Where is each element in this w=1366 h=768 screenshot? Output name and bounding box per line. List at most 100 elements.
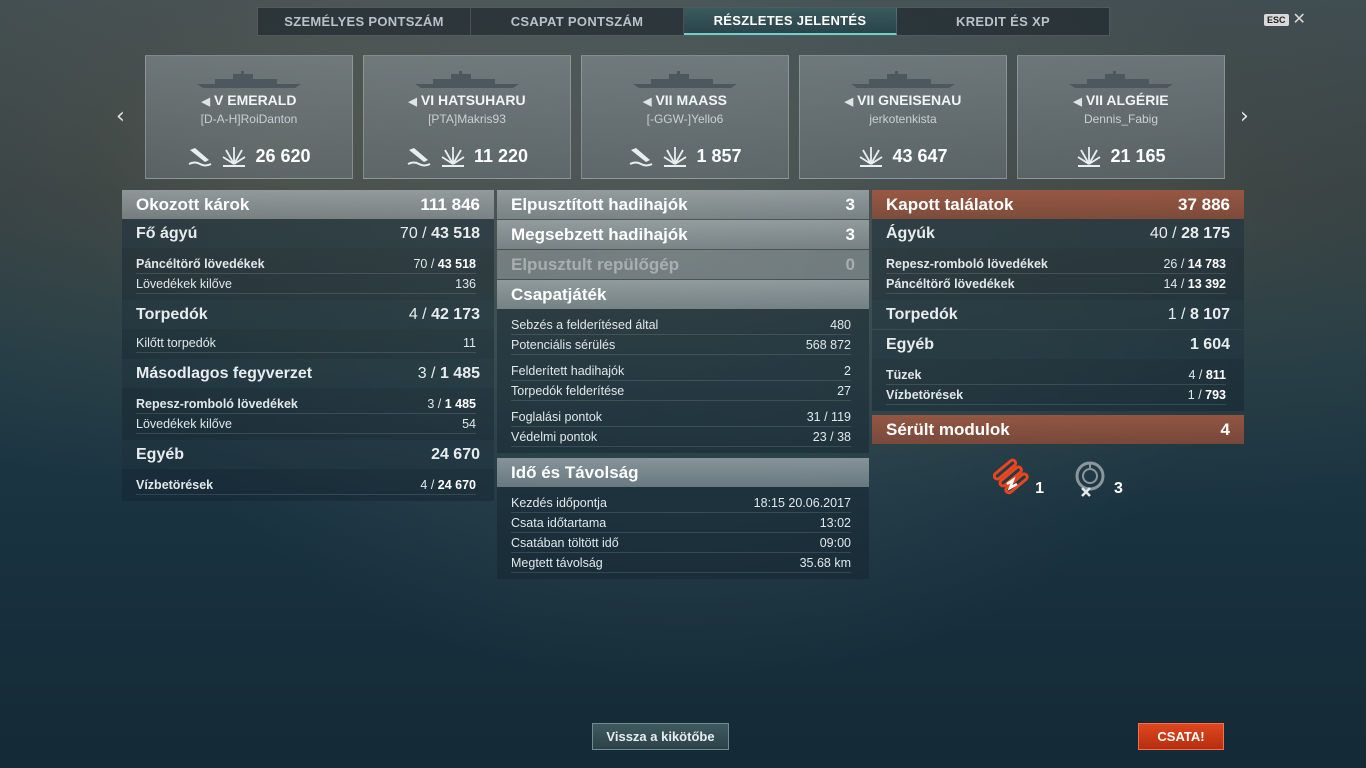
ship-name: ◀ VII MAASS bbox=[642, 92, 728, 108]
list-item: Páncéltörő lövedékek 70 / 43 518 bbox=[136, 254, 476, 274]
received-other-rows: Tüzek 4 / 811 Vízbetörések 1 / 793 bbox=[872, 359, 1244, 411]
ship-damage-stats: 21 165 bbox=[1018, 144, 1224, 168]
hits-received-header: Kapott találatok 37 886 bbox=[872, 190, 1244, 219]
close-icon: ✕ bbox=[1292, 11, 1306, 28]
secondary-rows: Repesz-romboló lövedékek 3 / 1 485 Löved… bbox=[122, 388, 494, 440]
player-name: [D-A-H]RoiDanton bbox=[200, 112, 298, 126]
ship-class-icon: ◀ bbox=[201, 96, 210, 108]
received-other-value: 1 604 bbox=[1189, 335, 1230, 353]
planes-destroyed-value: 0 bbox=[845, 254, 855, 274]
main-battery-value: 70 / 43 518 bbox=[399, 224, 480, 242]
list-item: Repesz-romboló lövedékek 26 / 14 783 bbox=[886, 254, 1226, 274]
ship-name: ◀ VII ALGÉRIE bbox=[1073, 92, 1169, 108]
turret-module: 3 bbox=[1070, 458, 1123, 498]
battle-button[interactable]: CSATA! bbox=[1138, 723, 1224, 750]
tab-detailed-report[interactable]: RÉSZLETES JELENTÉS bbox=[684, 8, 897, 35]
secondary-label: Másodlagos fegyverzet bbox=[136, 364, 313, 382]
planes-destroyed-header: Elpusztult repülőgép 0 bbox=[497, 250, 869, 279]
list-item: Torpedók felderítése 27 bbox=[511, 381, 851, 401]
list-item: Felderített hadihajók 2 bbox=[511, 361, 851, 381]
sunk-ship-icon bbox=[407, 148, 431, 167]
list-item: Páncéltörő lövedékek 14 / 13 392 bbox=[886, 274, 1226, 294]
ship-damage-value: 43 647 bbox=[892, 145, 948, 166]
damage-burst-icon bbox=[1077, 147, 1101, 167]
module-icons: 1 3 bbox=[872, 458, 1244, 498]
received-torpedoes-label: Torpedók bbox=[886, 305, 958, 323]
other-damage-label: Egyéb bbox=[136, 445, 185, 463]
prev-arrow-icon[interactable]: ‹ bbox=[116, 104, 125, 129]
received-guns-value: 40 / 28 175 bbox=[1149, 224, 1230, 242]
time-distance-rows: Kezdés időpontja 18:15 20.06.2017 Csata i… bbox=[497, 487, 869, 579]
turret-icon bbox=[1075, 461, 1105, 497]
ship-class-icon: ◀ bbox=[1073, 96, 1082, 108]
received-other-label: Egyéb bbox=[886, 335, 935, 353]
other-damage-value: 24 670 bbox=[431, 445, 480, 463]
received-other-header: Egyéb 1 604 bbox=[872, 330, 1244, 359]
list-item: Sebzés a felderítésed által 480 bbox=[511, 315, 851, 335]
received-guns-header: Ágyúk 40 / 28 175 bbox=[872, 219, 1244, 248]
main-battery-rows: Páncéltörő lövedékek 70 / 43 518 Lövedék… bbox=[122, 248, 494, 300]
list-item: Kilőtt torpedók 11 bbox=[136, 333, 476, 353]
ship-damage-stats: 26 620 bbox=[146, 144, 352, 168]
damage-burst-icon bbox=[663, 147, 687, 167]
sunk-ship-icon bbox=[189, 148, 212, 167]
list-item: Vízbetörések 4 / 24 670 bbox=[136, 475, 476, 495]
ship-silhouette-icon bbox=[415, 71, 519, 88]
ship-name: ◀ VI HATSUHARU bbox=[408, 92, 526, 108]
damage-burst-icon bbox=[441, 147, 465, 167]
ship-damage-stats: 43 647 bbox=[800, 144, 1006, 168]
torpedoes-label: Torpedók bbox=[136, 305, 208, 323]
list-item: Lövedékek kilőve 136 bbox=[136, 274, 476, 294]
ship-damage-stats: 11 220 bbox=[364, 144, 570, 168]
list-item: Megtett távolság 35.68 km bbox=[511, 553, 851, 573]
teamplay-rows: Sebzés a felderítésed által 480 Potenciál… bbox=[497, 309, 869, 453]
ship-card: ◀ VI HATSUHARU [PTA]Makris93 11 220 bbox=[363, 55, 571, 179]
damaged-modules-value: 4 bbox=[1220, 419, 1230, 439]
tab-personal-score[interactable]: SZEMÉLYES PONTSZÁM bbox=[258, 8, 471, 35]
esc-key-label: ESC bbox=[1264, 14, 1289, 26]
close-button[interactable]: ESC ✕ bbox=[1264, 11, 1306, 28]
teamplay-header: Csapatjáték bbox=[497, 280, 869, 309]
ship-card: ◀ V EMERALD [D-A-H]RoiDanton 26 620 bbox=[145, 55, 353, 179]
list-item: Tüzek 4 / 811 bbox=[886, 365, 1226, 385]
ship-silhouette-icon bbox=[851, 71, 955, 88]
damaged-modules-header: Sérült modulok 4 bbox=[872, 415, 1244, 444]
main-battery-header: Fő ágyú 70 / 43 518 bbox=[122, 219, 494, 248]
damage-dealt-total: 111 846 bbox=[420, 194, 480, 214]
other-damage-rows: Vízbetörések 4 / 24 670 bbox=[122, 469, 494, 501]
player-name: Dennis_Fabig bbox=[1083, 112, 1159, 126]
time-distance-header: Idő és Távolság bbox=[497, 458, 869, 487]
planes-destroyed-label: Elpusztult repülőgép bbox=[511, 254, 680, 274]
secondary-header: Másodlagos fegyverzet 3 / 1 485 bbox=[122, 359, 494, 388]
damage-dealt-title: Okozott károk bbox=[136, 194, 250, 214]
ship-silhouette-icon bbox=[1069, 71, 1173, 88]
battle-summary-panel: Elpusztított hadihajók 3 Megsebzett hadi… bbox=[497, 190, 869, 579]
ship-damage-value: 26 620 bbox=[255, 145, 311, 166]
damage-burst-icon bbox=[859, 147, 883, 167]
ship-card: ◀ VII MAASS [-GGW-]Yello6 1 857 bbox=[581, 55, 789, 179]
torpedo-tubes-icon bbox=[993, 458, 1029, 495]
ship-silhouette-icon bbox=[633, 71, 737, 88]
player-name: [-GGW-]Yello6 bbox=[646, 112, 724, 126]
torpedoes-value: 4 / 42 173 bbox=[408, 305, 480, 323]
ship-damage-value: 21 165 bbox=[1110, 145, 1166, 166]
main-battery-label: Fő ágyú bbox=[136, 224, 198, 242]
list-item: Potenciális sérülés 568 872 bbox=[511, 335, 851, 355]
torpedo-tubes-module: 1 bbox=[993, 458, 1044, 498]
tab-credits-xp[interactable]: KREDIT ÉS XP bbox=[897, 8, 1109, 35]
ship-card: ◀ VII ALGÉRIE Dennis_Fabig 21 165 bbox=[1017, 55, 1225, 179]
list-item: Lövedékek kilőve 54 bbox=[136, 414, 476, 434]
ships-destroyed-header: Elpusztított hadihajók 3 bbox=[497, 190, 869, 219]
next-arrow-icon[interactable]: › bbox=[1240, 104, 1249, 129]
received-guns-label: Ágyúk bbox=[886, 224, 935, 242]
ships-destroyed-label: Elpusztított hadihajók bbox=[511, 194, 688, 214]
back-to-port-button[interactable]: Vissza a kikötőbe bbox=[592, 723, 729, 750]
tab-team-score[interactable]: CSAPAT PONTSZÁM bbox=[471, 8, 684, 35]
list-item: Foglalási pontok 31 / 119 bbox=[511, 407, 851, 427]
ship-damage-stats: 1 857 bbox=[582, 144, 788, 168]
report-tabs: SZEMÉLYES PONTSZÁM CSAPAT PONTSZÁM RÉSZL… bbox=[257, 7, 1110, 36]
list-item: Csatában töltött idő 09:00 bbox=[511, 533, 851, 553]
ship-name: ◀ VII GNEISENAU bbox=[844, 92, 962, 108]
time-distance-label: Idő és Távolság bbox=[511, 462, 639, 482]
received-guns-rows: Repesz-romboló lövedékek 26 / 14 783 Pánc… bbox=[872, 248, 1244, 300]
